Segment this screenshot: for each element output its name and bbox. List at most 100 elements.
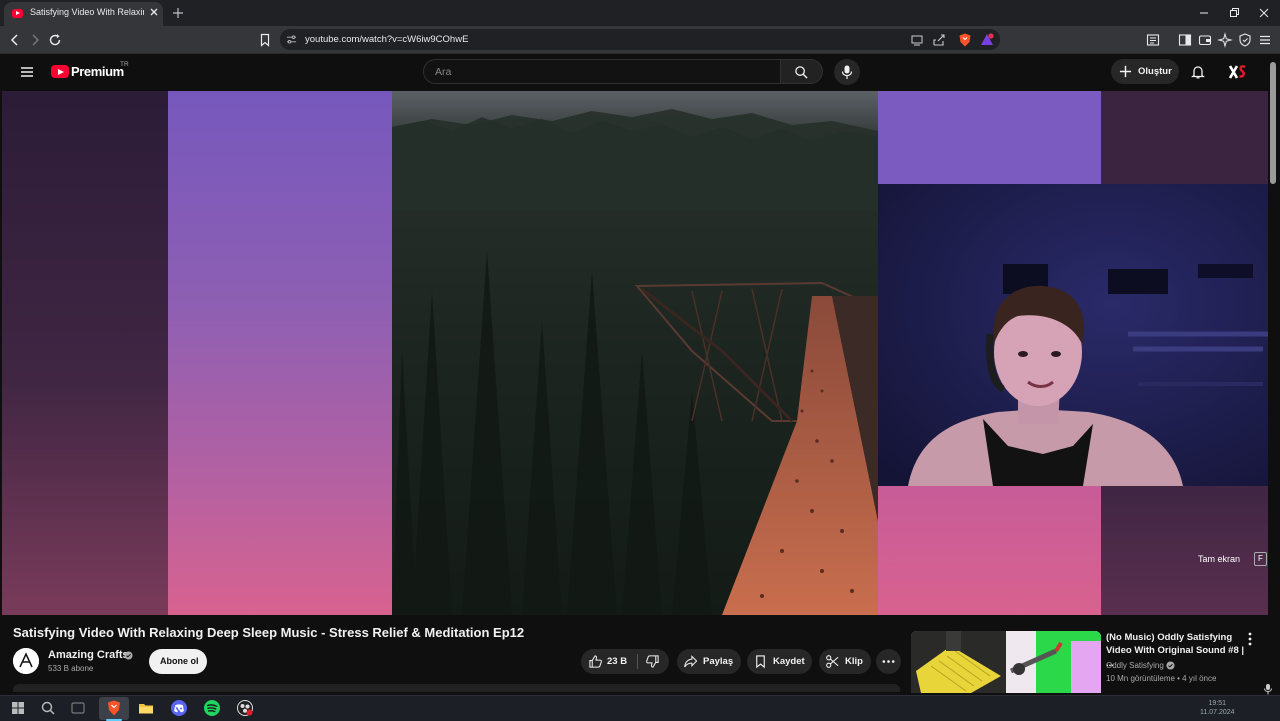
share-page-icon[interactable] [931, 32, 947, 48]
thumbnail-image [911, 631, 1101, 693]
tab-title: Satisfying Video With Relaxing D [30, 7, 144, 17]
save-label: Kaydet [773, 656, 805, 667]
more-vertical-icon[interactable] [1243, 631, 1257, 647]
new-tab-icon[interactable] [170, 5, 186, 21]
brave-shields-icon[interactable] [957, 32, 973, 48]
microphone-icon [841, 65, 853, 79]
thumbs-up-icon [589, 655, 602, 668]
minimize-icon[interactable] [1196, 5, 1212, 21]
fullscreen-tooltip-label: Tam ekran [1198, 554, 1241, 564]
scissors-icon [826, 655, 839, 668]
brave-rewards-icon[interactable] [979, 32, 995, 48]
small-mic-icon[interactable] [1262, 683, 1274, 695]
subscriber-count: 533 B abone [48, 664, 94, 673]
sidebar-icon[interactable] [1177, 32, 1193, 48]
video-color-block-top-right [1101, 91, 1268, 184]
logo-country-code: TR [120, 61, 129, 68]
guide-menu-icon[interactable] [19, 64, 35, 80]
create-label: Oluştur [1138, 66, 1172, 77]
forward-icon[interactable] [27, 32, 43, 48]
channel-name[interactable]: Amazing Crafts [48, 649, 129, 661]
file-explorer-icon[interactable] [137, 699, 155, 717]
share-button[interactable]: Paylaş [677, 649, 741, 674]
windows-taskbar: 19:51 11.07.2024 [0, 695, 1280, 721]
notifications-bell-icon[interactable] [1190, 64, 1206, 80]
amazing-crafts-logo-icon [13, 648, 39, 674]
discord-icon[interactable] [170, 699, 188, 717]
youtube-favicon-icon [12, 9, 23, 18]
description-box[interactable] [13, 684, 900, 692]
back-icon[interactable] [7, 32, 23, 48]
recommended-video-thumbnail[interactable] [911, 631, 1101, 693]
verified-badge-icon [124, 651, 133, 660]
search-icon [795, 66, 808, 79]
reading-list-icon[interactable] [1145, 32, 1161, 48]
like-button[interactable]: 23 B [581, 649, 637, 674]
thumbs-down-icon [646, 655, 659, 668]
video-color-block-bottom [878, 486, 1101, 615]
browser-tab-bar: Satisfying Video With Relaxing D [0, 0, 1280, 26]
bookmark-icon[interactable] [257, 32, 273, 48]
like-dislike-group: 23 B [581, 649, 669, 674]
create-button[interactable]: Oluştur [1111, 59, 1179, 84]
youtube-logo-icon[interactable] [51, 65, 69, 78]
search-button[interactable] [781, 59, 823, 84]
cast-icon[interactable] [909, 32, 925, 48]
subscribe-label: Abone ol [160, 656, 199, 666]
browser-tab[interactable]: Satisfying Video With Relaxing D [4, 2, 163, 26]
recommended-verified-badge-icon [1166, 661, 1175, 670]
video-color-block-top [878, 91, 1101, 184]
close-tab-icon[interactable] [147, 5, 161, 19]
menu-icon[interactable] [1257, 32, 1273, 48]
task-view-icon[interactable] [69, 699, 87, 717]
video-gradient-panel [168, 91, 392, 615]
save-bookmark-icon [756, 655, 765, 669]
browser-toolbar: youtube.com/watch?v=cW6iw9COhwE [0, 26, 1280, 54]
more-horizontal-icon [882, 660, 895, 663]
share-arrow-icon [684, 655, 698, 668]
taskbar-search-icon[interactable] [39, 699, 57, 717]
leo-ai-icon[interactable] [1217, 32, 1233, 48]
account-avatar-icon[interactable] [1228, 63, 1248, 81]
video-title: Satisfying Video With Relaxing Deep Slee… [13, 625, 525, 640]
search-input[interactable]: Ara [423, 59, 781, 84]
video-background-panel-left [2, 91, 168, 615]
more-actions-button[interactable] [876, 649, 901, 674]
voice-search-button[interactable] [834, 59, 860, 85]
like-count: 23 B [607, 656, 628, 667]
taskbar-time: 19:51 [1208, 700, 1227, 707]
dislike-button[interactable] [638, 649, 669, 674]
brave-browser-icon[interactable] [105, 699, 123, 717]
taskbar-clock[interactable]: 19:51 11.07.2024 [1200, 699, 1235, 717]
streamer-webcam-overlay [878, 184, 1268, 486]
url-text: youtube.com/watch?v=cW6iw9COhwE [305, 34, 469, 45]
channel-avatar[interactable] [13, 648, 39, 674]
page-scrollbar[interactable] [1270, 62, 1276, 184]
recommended-video-meta: 10 Mn görüntüleme • 4 yıl önce [1106, 674, 1217, 683]
obs-studio-icon[interactable] [236, 699, 254, 717]
recommended-channel-name[interactable]: Oddly Satisfying [1106, 661, 1164, 670]
search-placeholder: Ara [435, 66, 452, 78]
clip-button[interactable]: Klip [819, 649, 871, 674]
video-player[interactable] [2, 91, 1268, 615]
reload-icon[interactable] [47, 32, 63, 48]
subscribe-button[interactable]: Abone ol [149, 649, 207, 674]
save-button[interactable]: Kaydet [747, 649, 812, 674]
youtube-premium-logo[interactable]: Premium [71, 64, 124, 79]
fullscreen-shortcut-key: F [1254, 552, 1267, 566]
taskbar-date: 11.07.2024 [1200, 709, 1235, 716]
spotify-icon[interactable] [203, 699, 221, 717]
youtube-header: Premium TR Ara Oluştur [0, 54, 1280, 91]
restore-icon[interactable] [1226, 5, 1242, 21]
close-window-icon[interactable] [1256, 5, 1272, 21]
plus-icon [1119, 65, 1132, 78]
site-settings-icon[interactable] [286, 34, 297, 45]
share-label: Paylaş [703, 656, 734, 667]
address-bar[interactable]: youtube.com/watch?v=cW6iw9COhwE [280, 29, 1000, 50]
windows-start-icon[interactable] [9, 699, 27, 717]
wallet-icon[interactable] [1197, 32, 1213, 48]
clip-label: Klip [845, 656, 863, 667]
video-frame-forest-bridge [392, 91, 878, 615]
vpn-icon[interactable] [1237, 32, 1253, 48]
video-color-block-bottom-right [1101, 486, 1268, 615]
